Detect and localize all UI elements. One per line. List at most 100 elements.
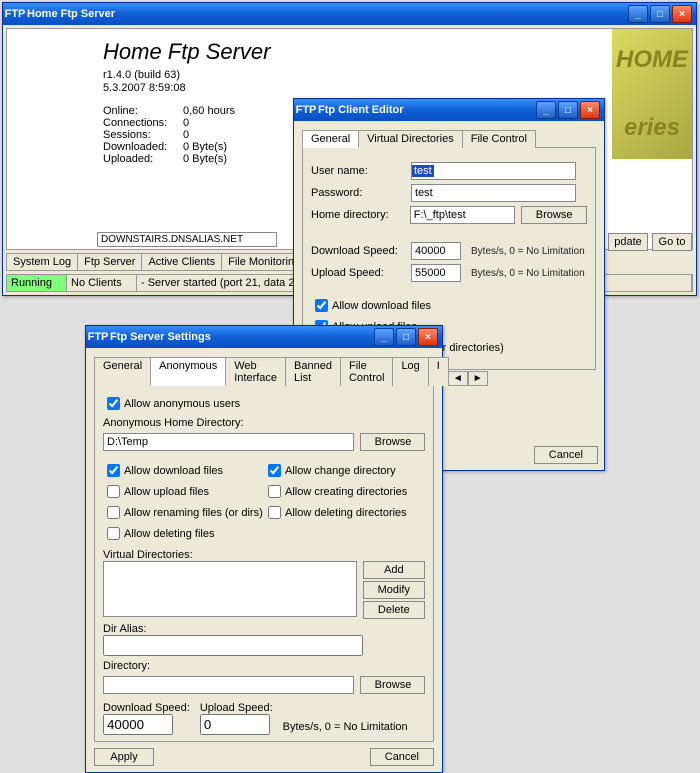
app-icon: FTP: [7, 6, 23, 22]
allow-delete-checkbox[interactable]: [107, 527, 120, 540]
ul-speed-label: Upload Speed:: [311, 267, 411, 279]
tab-general[interactable]: General: [302, 130, 359, 148]
uploaded-value: 0 Byte(s): [183, 153, 227, 165]
tab-scroll-right-icon[interactable]: ►: [468, 371, 488, 386]
allow-upload-checkbox[interactable]: [107, 485, 120, 498]
allow-download-label: Allow download files: [332, 300, 431, 312]
maximize-button[interactable]: □: [650, 5, 670, 23]
close-button[interactable]: ×: [580, 101, 600, 119]
maximize-button[interactable]: □: [558, 101, 578, 119]
date-text: 5.3.2007 8:59:08: [103, 82, 688, 94]
tab-system-log[interactable]: System Log: [6, 253, 78, 271]
cancel-button[interactable]: Cancel: [534, 446, 598, 464]
allow-chdir-checkbox[interactable]: [268, 464, 281, 477]
ul-speed-input[interactable]: [200, 714, 270, 735]
speed-note-2: Bytes/s, 0 = No Limitation: [471, 268, 585, 279]
online-value: 0,60 hours: [183, 105, 235, 117]
anon-home-input[interactable]: [103, 433, 354, 451]
ul-speed-input[interactable]: [411, 264, 461, 282]
status-noclients: No Clients: [67, 275, 137, 291]
client-editor-title: Ftp Client Editor: [318, 104, 534, 116]
dl-speed-input[interactable]: [103, 714, 173, 735]
allow-rename-checkbox[interactable]: [107, 506, 120, 519]
modify-button[interactable]: Modify: [363, 581, 425, 599]
sessions-value: 0: [183, 129, 189, 141]
directory-label: Directory:: [103, 660, 425, 672]
username-label: User name:: [311, 165, 411, 177]
tab-log[interactable]: Log: [392, 357, 428, 386]
add-button[interactable]: Add: [363, 561, 425, 579]
allow-anon-label: Allow anonymous users: [124, 398, 240, 410]
tab-virtual-directories[interactable]: Virtual Directories: [358, 130, 463, 148]
tab-anonymous[interactable]: Anonymous: [150, 357, 226, 386]
logo: HOME eries: [612, 29, 692, 159]
allow-rmdir-checkbox[interactable]: [268, 506, 281, 519]
minimize-button[interactable]: _: [374, 328, 394, 346]
cancel-button[interactable]: Cancel: [370, 748, 434, 766]
online-label: Online:: [103, 105, 183, 117]
tab-active-clients[interactable]: Active Clients: [141, 253, 222, 271]
settings-titlebar[interactable]: FTP Ftp Server Settings _ □ ×: [86, 326, 442, 348]
client-tabs: General Virtual Directories File Control: [302, 129, 596, 148]
tab-more[interactable]: I: [428, 357, 449, 386]
status-running: Running: [7, 275, 67, 291]
maximize-button[interactable]: □: [396, 328, 416, 346]
tab-web-interface[interactable]: Web Interface: [225, 357, 286, 386]
dir-alias-label: Dir Alias:: [103, 623, 425, 635]
apply-button[interactable]: Apply: [94, 748, 154, 766]
downloaded-label: Downloaded:: [103, 141, 183, 153]
check-label: Allow upload files: [124, 486, 209, 498]
directory-input[interactable]: [103, 676, 354, 694]
dl-speed-label: Download Speed:: [311, 245, 411, 257]
tab-banned-list[interactable]: Banned List: [285, 357, 341, 386]
allow-anon-checkbox[interactable]: [107, 397, 120, 410]
browse-button-2[interactable]: Browse: [360, 676, 425, 694]
connections-value: 0: [183, 117, 189, 129]
check-label: Allow deleting files: [124, 528, 215, 540]
minimize-button[interactable]: _: [536, 101, 556, 119]
virt-dir-listbox[interactable]: [103, 561, 357, 617]
check-label: Allow deleting directories: [285, 507, 407, 519]
logo-text-2: eries: [624, 114, 680, 142]
tab-ftp-server[interactable]: Ftp Server: [77, 253, 142, 271]
password-label: Password:: [311, 187, 411, 199]
connections-label: Connections:: [103, 117, 183, 129]
dl-speed-label: Download Speed:: [103, 702, 190, 714]
minimize-button[interactable]: _: [628, 5, 648, 23]
allow-download-checkbox[interactable]: [107, 464, 120, 477]
check-label: Allow renaming files (or dirs): [124, 507, 263, 519]
update-button[interactable]: pdate: [608, 233, 648, 251]
browse-button[interactable]: Browse: [521, 206, 587, 224]
goto-button[interactable]: Go to: [652, 233, 692, 251]
downloaded-value: 0 Byte(s): [183, 141, 227, 153]
main-titlebar[interactable]: FTP Home Ftp Server _ □ ×: [3, 3, 696, 25]
client-editor-titlebar[interactable]: FTP Ftp Client Editor _ □ ×: [294, 99, 604, 121]
close-button[interactable]: ×: [672, 5, 692, 23]
app-icon: FTP: [298, 102, 314, 118]
browse-button[interactable]: Browse: [360, 433, 425, 451]
tab-general[interactable]: General: [94, 357, 151, 386]
logo-text-1: HOME: [616, 46, 688, 74]
home-dir-input[interactable]: [410, 206, 515, 224]
delete-button[interactable]: Delete: [363, 601, 425, 619]
tab-file-control[interactable]: File Control: [462, 130, 536, 148]
username-input[interactable]: test: [412, 165, 434, 177]
password-input[interactable]: [411, 184, 576, 202]
anon-home-label: Anonymous Home Directory:: [103, 417, 425, 429]
speed-note: Bytes/s, 0 = No Limitation: [283, 721, 408, 735]
tab-file-control[interactable]: File Control: [340, 357, 393, 386]
check-label: Allow creating directories: [285, 486, 407, 498]
speed-note: Bytes/s, 0 = No Limitation: [471, 246, 585, 257]
domain-display: DOWNSTAIRS.DNSALIAS.NET: [97, 232, 277, 247]
allow-mkdir-checkbox[interactable]: [268, 485, 281, 498]
close-button[interactable]: ×: [418, 328, 438, 346]
app-icon: FTP: [90, 329, 106, 345]
dl-speed-input[interactable]: [411, 242, 461, 260]
version-text: r1.4.0 (build 63): [103, 69, 688, 81]
allow-download-checkbox[interactable]: [315, 299, 328, 312]
virt-dir-label: Virtual Directories:: [103, 549, 425, 561]
home-dir-label: Home directory:: [311, 209, 410, 221]
check-label: Allow download files: [124, 465, 223, 477]
tab-scroll-left-icon[interactable]: ◄: [448, 371, 468, 386]
dir-alias-input[interactable]: [103, 635, 363, 656]
